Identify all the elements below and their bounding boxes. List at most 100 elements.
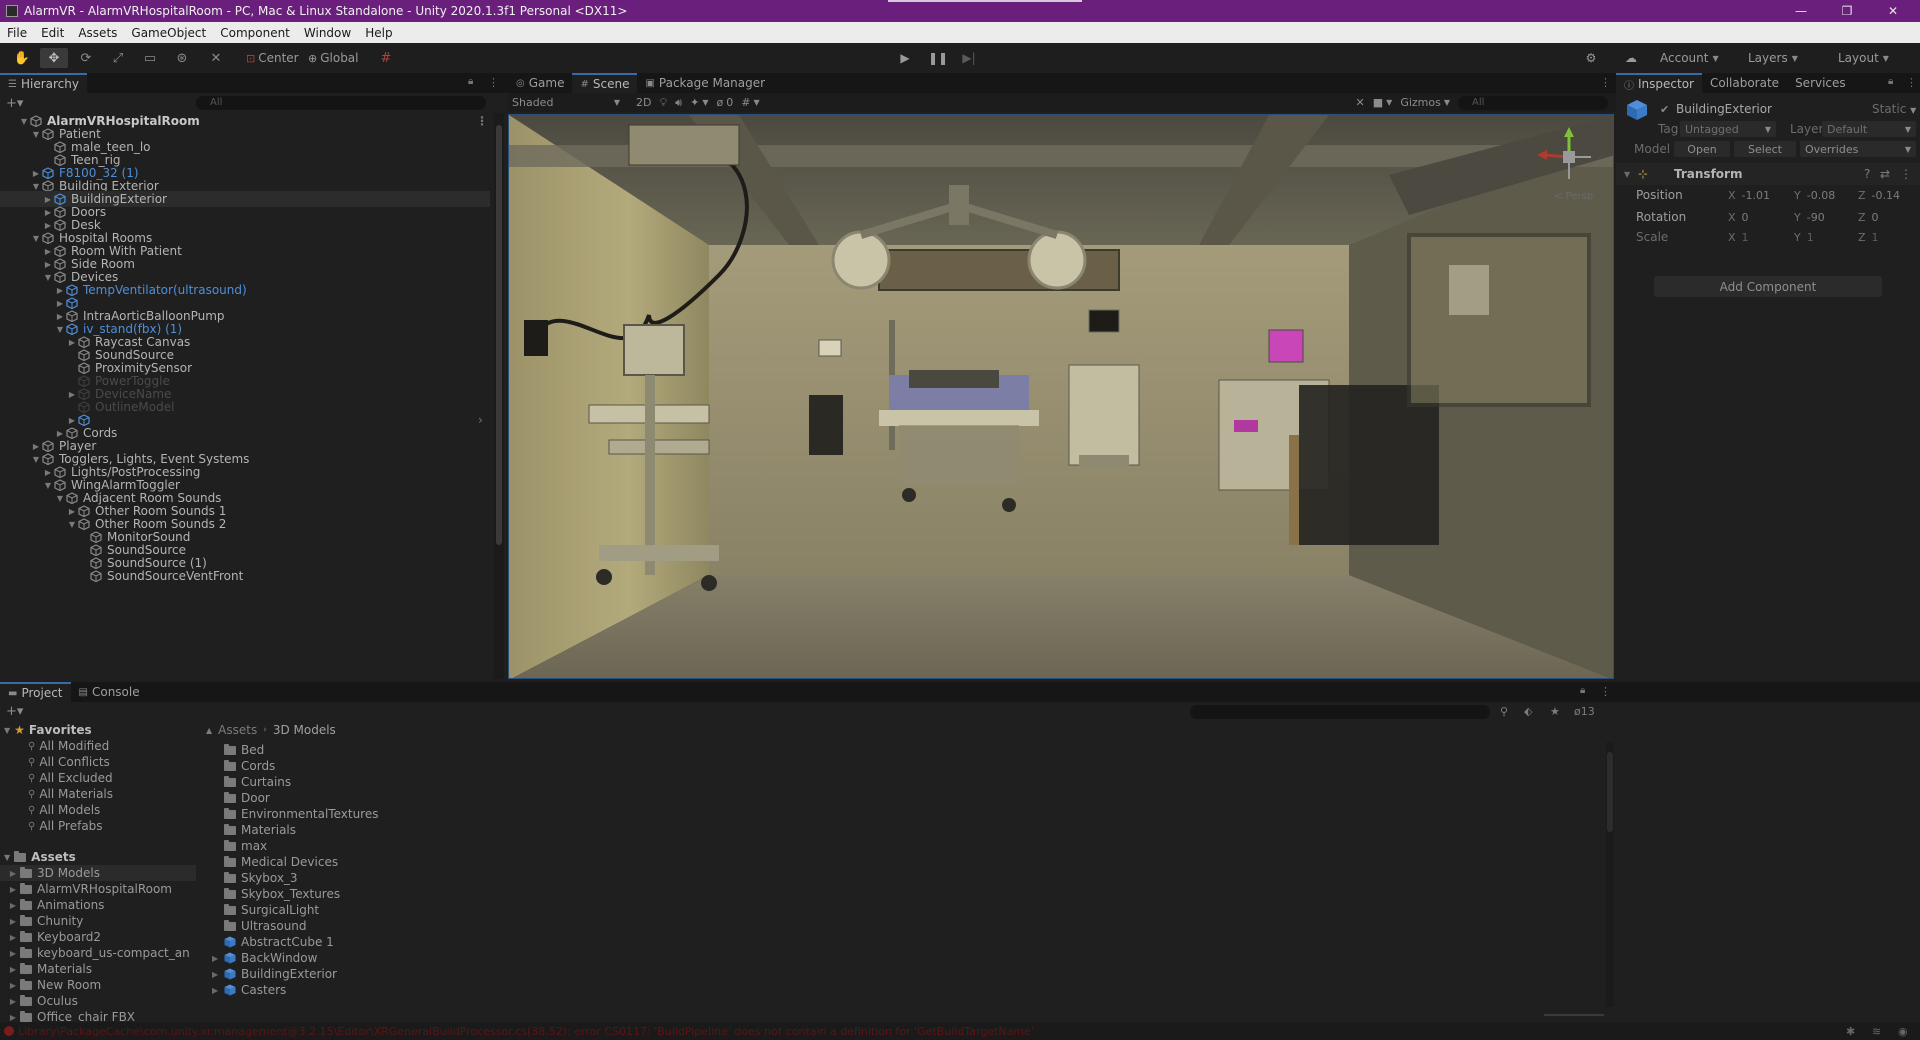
expand-arrow-icon[interactable]: ▼ xyxy=(30,234,42,243)
favorite-item[interactable]: ⚲ All Excluded xyxy=(0,770,113,786)
favorites-section[interactable]: ▼ ★ Favorites xyxy=(0,722,92,738)
menu-window[interactable]: Window xyxy=(297,26,358,40)
filter-by-label-icon[interactable]: ⬖ xyxy=(1524,705,1532,718)
expand-arrow-icon[interactable]: ▼ xyxy=(4,726,10,735)
expand-arrow-icon[interactable]: ▼ xyxy=(42,273,54,282)
scene-viewport[interactable]: < Persp xyxy=(508,114,1614,679)
hidden-packages-toggle[interactable]: ø13 xyxy=(1574,705,1595,718)
help-icon[interactable]: ? xyxy=(1864,167,1870,181)
grid-snap-icon[interactable]: # xyxy=(372,48,400,68)
collapse-arrow-icon[interactable]: ▶ xyxy=(0,1013,20,1022)
lock-icon[interactable]: 🔒︎ xyxy=(1888,76,1893,87)
folder-tree-item[interactable]: ▶ keyboard_us-compact_an xyxy=(0,945,190,961)
pause-button[interactable]: ❚❚ xyxy=(927,49,949,67)
collapse-arrow-icon[interactable]: ▶ xyxy=(0,997,20,1006)
scale-x-field[interactable]: X1 xyxy=(1728,231,1749,244)
folder-tree-item[interactable]: ▶ Office_chair FBX xyxy=(0,1009,135,1022)
cloud-icon[interactable]: ☁ xyxy=(1620,49,1642,67)
collapse-arrow-icon[interactable]: ▶ xyxy=(42,195,54,204)
expand-arrow-icon[interactable]: ▼ xyxy=(4,853,10,862)
asset-folder-item[interactable]: max xyxy=(224,838,267,854)
folder-tree-item[interactable]: ▶ Chunity xyxy=(0,913,84,929)
scale-tool-icon[interactable]: ⤢ xyxy=(104,48,132,68)
kebab-menu-icon[interactable]: ⋮ xyxy=(1600,685,1611,698)
camera-dropdown-icon[interactable]: ■ ▼ xyxy=(1373,96,1393,109)
position-x-field[interactable]: X -1.01 xyxy=(1728,189,1770,202)
kebab-menu-icon[interactable]: ⋮ xyxy=(1600,76,1611,89)
folder-tree-item[interactable]: ▶ AlarmVRHospitalRoom xyxy=(0,881,172,897)
breadcrumb-root[interactable]: Assets xyxy=(218,723,257,737)
folder-tree-item[interactable]: ▶ New Room xyxy=(0,977,101,993)
layers-stack-icon[interactable]: ≋ xyxy=(1872,1025,1881,1038)
hand-tool-icon[interactable]: ✋ xyxy=(8,48,36,68)
tab-hierarchy[interactable]: ☰ Hierarchy xyxy=(0,73,87,93)
asset-folder-item[interactable]: Medical Devices xyxy=(224,854,338,870)
rotation-y-field[interactable]: Y -90 xyxy=(1794,211,1825,224)
add-component-button[interactable]: Add Component xyxy=(1654,276,1882,297)
select-model-button[interactable]: Select xyxy=(1734,141,1796,157)
tag-dropdown[interactable]: Untagged ▼ xyxy=(1680,121,1776,137)
tab-inspector[interactable]: ⓘ Inspector xyxy=(1616,73,1702,93)
expand-arrow-icon[interactable]: ▼ xyxy=(30,130,42,139)
tab-game[interactable]: ◎ Game xyxy=(508,73,572,93)
add-icon[interactable]: +▾ xyxy=(6,704,23,719)
collapse-arrow-icon[interactable]: ▶ xyxy=(66,390,78,399)
favorite-item[interactable]: ⚲ All Conflicts xyxy=(0,754,110,770)
custom-tool-icon[interactable]: ✕ xyxy=(202,48,230,68)
expand-arrow-icon[interactable]: ▼ xyxy=(18,117,30,126)
tab-package-manager[interactable]: ▣ Package Manager xyxy=(637,73,773,93)
favorite-item[interactable]: ⚲ All Models xyxy=(0,802,100,818)
expand-arrow-icon[interactable]: ▼ xyxy=(66,520,78,529)
collapse-arrow-icon[interactable]: ▶ xyxy=(54,429,66,438)
scrollbar-thumb[interactable] xyxy=(1607,752,1613,832)
collapse-arrow-icon[interactable]: ▶ xyxy=(66,416,78,425)
overrides-dropdown[interactable]: Overrides ▼ xyxy=(1800,141,1916,157)
asset-prefab-item[interactable]: ▶ BuildingExterior xyxy=(212,966,337,982)
collapse-arrow-icon[interactable]: ▶ xyxy=(0,933,20,942)
collapse-arrow-icon[interactable]: ▶ xyxy=(212,970,222,979)
expand-arrow-icon[interactable]: ▼ xyxy=(54,325,66,334)
asset-prefab-item[interactable]: ▶ Casters xyxy=(212,982,286,998)
hierarchy-scrollbar[interactable] xyxy=(494,113,504,679)
position-y-field[interactable]: Y -0.08 xyxy=(1794,189,1835,202)
scene-search-input[interactable]: All xyxy=(1458,95,1608,110)
collapse-arrow-icon[interactable]: ▶ xyxy=(42,260,54,269)
collapse-arrow-icon[interactable]: ▶ xyxy=(0,869,20,878)
collapse-arrow-icon[interactable]: ▶ xyxy=(42,468,54,477)
layers-dropdown[interactable]: Layers ▼ xyxy=(1742,49,1804,67)
collapse-arrow-icon[interactable]: ▶ xyxy=(66,338,78,347)
expand-arrow-icon[interactable]: ▼ xyxy=(42,481,54,490)
position-z-field[interactable]: Z -0.14 xyxy=(1858,189,1900,202)
favorite-item[interactable]: ⚲ All Materials xyxy=(0,786,113,802)
collapse-arrow-icon[interactable]: ▶ xyxy=(0,965,20,974)
asset-prefab-item[interactable]: ▶ BackWindow xyxy=(212,950,317,966)
tab-project[interactable]: ▬ Project xyxy=(0,682,71,702)
object-name-field[interactable]: BuildingExterior xyxy=(1676,102,1772,116)
transform-header[interactable]: ▼ ⊹ Transform ? ⇄ ⋮ xyxy=(1616,163,1920,185)
menu-component[interactable]: Component xyxy=(213,26,297,40)
hierarchy-search-input[interactable]: All xyxy=(196,96,486,110)
menu-help[interactable]: Help xyxy=(358,26,399,40)
asset-folder-item[interactable]: Bed xyxy=(224,742,264,758)
console-error-message[interactable]: Library\PackageCache\com.unity.xr.manage… xyxy=(14,1025,1034,1038)
static-toggle[interactable]: Static ▼ xyxy=(1872,102,1916,116)
asset-folder-item[interactable]: Skybox_Textures xyxy=(224,886,340,902)
folder-tree-item[interactable]: ▶ Animations xyxy=(0,897,105,913)
rotate-tool-icon[interactable]: ⟳ xyxy=(72,48,100,68)
asset-folder-item[interactable]: Ultrasound xyxy=(224,918,307,934)
pivot-toggle[interactable]: ⊡ Center xyxy=(246,48,299,68)
menu-assets[interactable]: Assets xyxy=(71,26,124,40)
icon-size-slider[interactable] xyxy=(1544,1014,1604,1016)
collapse-arrow-icon[interactable]: ▲ xyxy=(206,726,212,735)
asset-folder-item[interactable]: Cords xyxy=(224,758,275,774)
layout-dropdown[interactable]: Layout ▼ xyxy=(1832,49,1895,67)
collab-icon[interactable]: ⚙ xyxy=(1580,49,1602,67)
menu-file[interactable]: File xyxy=(0,26,34,40)
add-icon[interactable]: +▾ xyxy=(6,96,23,111)
collapse-arrow-icon[interactable]: ▶ xyxy=(42,247,54,256)
effects-dropdown-icon[interactable]: ✦ ▼ xyxy=(690,96,708,109)
audio-toggle-icon[interactable]: 🔊︎ xyxy=(675,96,682,110)
kebab-menu-icon[interactable]: ⋮ xyxy=(488,76,499,89)
hierarchy-item[interactable]: SoundSourceVentFront xyxy=(0,568,490,584)
assets-section[interactable]: ▼ Assets xyxy=(0,849,76,865)
